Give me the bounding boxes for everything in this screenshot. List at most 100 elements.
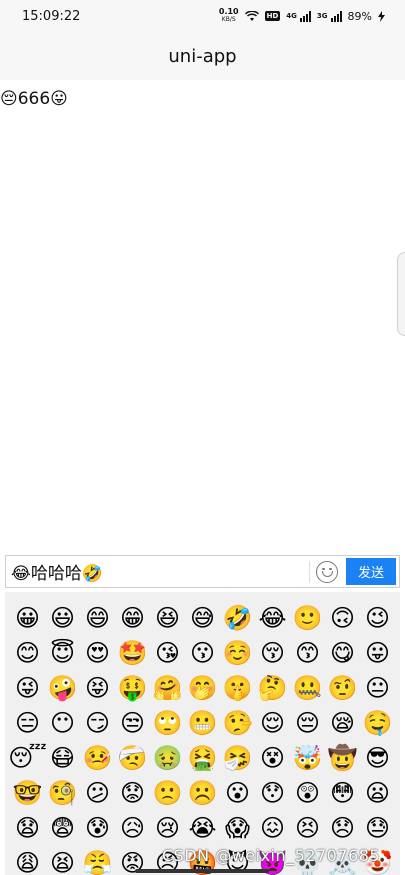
emoji-item[interactable]: 😩 <box>10 845 45 875</box>
message-input[interactable]: 😂哈哈哈🤣 <box>6 559 309 584</box>
emoji-item[interactable]: 😥 <box>115 810 150 845</box>
emoji-item[interactable]: 😵 <box>255 740 290 775</box>
emoji-item[interactable]: 😚 <box>255 635 290 670</box>
emoji-grid: 😀 😃 😄 😁 😆 😅 🤣 😂 🙂 🙃 😉 😊 😇 😍 🤩 😘 😗 ☺️ 😚 😙 😋 😛 😜 🤪 😝 🤑 🤗 🤭 🤫 🤔 🤐 🤨 😐 😑 😶 😏 😒 🙄 😬… <box>8 600 395 875</box>
wifi-icon <box>244 10 259 21</box>
chat-content[interactable]: 😔666😛 <box>0 80 405 555</box>
emoji-item[interactable]: 😧 <box>10 810 45 845</box>
emoji-item[interactable]: 🤒 <box>80 740 115 775</box>
emoji-item[interactable]: 😴 <box>8 740 47 775</box>
emoji-item[interactable]: 🤐 <box>290 670 325 705</box>
composer-bar: 😂哈哈哈🤣 发送 <box>5 555 400 588</box>
emoji-item[interactable]: 🤮 <box>185 740 220 775</box>
page-title: uni-app <box>168 45 237 67</box>
signal-label-2: 3G <box>316 12 328 20</box>
emoji-item[interactable]: 🤤 <box>360 705 395 740</box>
emoji-item[interactable]: ☹️ <box>185 775 220 810</box>
signal-label-1: 4G <box>286 12 297 20</box>
input-divider <box>309 560 310 583</box>
emoji-item[interactable]: 😆 <box>150 600 185 635</box>
emoji-toggle-icon[interactable] <box>316 560 338 583</box>
signal-icon-1 <box>299 10 311 22</box>
emoji-item[interactable]: 😎 <box>360 740 395 775</box>
emoji-item[interactable]: 😞 <box>325 810 360 845</box>
emoji-item[interactable]: 😫 <box>45 845 80 875</box>
hd-badge: HD <box>264 11 281 21</box>
emoji-item[interactable]: 😬 <box>185 705 220 740</box>
emoji-item[interactable]: 🙁 <box>150 775 185 810</box>
emoji-item[interactable]: 😢 <box>150 810 185 845</box>
emoji-item[interactable]: 😀 <box>10 600 45 635</box>
emoji-item[interactable]: 😔 <box>290 705 325 740</box>
emoji-item[interactable]: 😳 <box>325 775 360 810</box>
emoji-item[interactable]: 😇 <box>45 635 80 670</box>
emoji-item[interactable]: 😰 <box>80 810 115 845</box>
emoji-item[interactable]: 😅 <box>185 600 220 635</box>
emoji-item[interactable]: 🤢 <box>150 740 185 775</box>
side-drawer-handle[interactable] <box>397 252 405 336</box>
emoji-item[interactable]: 😁 <box>115 600 150 635</box>
emoji-item[interactable]: 🙄 <box>150 705 185 740</box>
emoji-item[interactable]: ☺️ <box>220 635 255 670</box>
emoji-item[interactable]: 🤣 <box>220 600 255 635</box>
emoji-item[interactable]: 🤯 <box>290 740 325 775</box>
emoji-item[interactable]: 😣 <box>290 810 325 845</box>
emoji-item[interactable]: 😱 <box>220 810 255 845</box>
emoji-item[interactable]: 😘 <box>150 635 185 670</box>
emoji-item[interactable]: 😨 <box>45 810 80 845</box>
emoji-item[interactable]: 😶 <box>45 705 80 740</box>
home-indicator[interactable] <box>135 869 269 873</box>
emoji-item[interactable]: 😝 <box>80 670 115 705</box>
emoji-item[interactable]: 🤠 <box>325 740 360 775</box>
emoji-item[interactable]: 😟 <box>115 775 150 810</box>
emoji-item[interactable]: 😊 <box>10 635 45 670</box>
signal-icon-2 <box>330 10 342 22</box>
emoji-item[interactable]: 😮 <box>220 775 255 810</box>
send-button[interactable]: 发送 <box>346 558 396 585</box>
chat-message: 😔666😛 <box>0 89 68 109</box>
emoji-item[interactable]: 😉 <box>360 600 395 635</box>
emoji-item[interactable]: 😗 <box>185 635 220 670</box>
emoji-item[interactable]: 😓 <box>360 810 395 845</box>
watermark: CSDN @weixin_52707685 <box>162 846 381 865</box>
emoji-item[interactable]: 😍 <box>80 635 115 670</box>
emoji-item[interactable]: 🤗 <box>150 670 185 705</box>
emoji-item[interactable]: 😲 <box>290 775 325 810</box>
emoji-item[interactable]: 🤨 <box>325 670 360 705</box>
emoji-item[interactable]: 🤥 <box>220 705 255 740</box>
emoji-item[interactable]: 🤕 <box>115 740 150 775</box>
emoji-item[interactable]: 😭 <box>185 810 220 845</box>
emoji-item[interactable]: 😑 <box>10 705 45 740</box>
emoji-item[interactable]: 🤔 <box>255 670 290 705</box>
status-time: 15:09:22 <box>22 8 81 24</box>
emoji-item[interactable]: 🤩 <box>115 635 150 670</box>
emoji-item[interactable]: 😐 <box>360 670 395 705</box>
emoji-item[interactable]: 😙 <box>290 635 325 670</box>
emoji-item[interactable]: 😷 <box>45 740 80 775</box>
emoji-item[interactable]: 😕 <box>80 775 115 810</box>
emoji-item[interactable]: 🙂 <box>290 600 325 635</box>
emoji-item[interactable]: 😄 <box>80 600 115 635</box>
emoji-item[interactable]: 🤭 <box>185 670 220 705</box>
emoji-item[interactable]: 😌 <box>255 705 290 740</box>
emoji-item[interactable]: 🙃 <box>325 600 360 635</box>
emoji-item[interactable]: 😪 <box>325 705 360 740</box>
emoji-item[interactable]: 😜 <box>10 670 45 705</box>
emoji-item[interactable]: 😤 <box>80 845 115 875</box>
emoji-item[interactable]: 🤓 <box>10 775 45 810</box>
emoji-item[interactable]: 😋 <box>325 635 360 670</box>
emoji-item[interactable]: 🧐 <box>45 775 80 810</box>
emoji-item[interactable]: 😒 <box>115 705 150 740</box>
emoji-item[interactable]: 🤑 <box>115 670 150 705</box>
emoji-item[interactable]: 🤫 <box>220 670 255 705</box>
emoji-item[interactable]: 😛 <box>360 635 395 670</box>
emoji-item[interactable]: 🤧 <box>220 740 255 775</box>
network-speed: 0.10 KB/S <box>218 7 239 24</box>
emoji-item[interactable]: 😏 <box>80 705 115 740</box>
emoji-item[interactable]: 😂 <box>255 600 290 635</box>
emoji-item[interactable]: 😖 <box>255 810 290 845</box>
emoji-item[interactable]: 🤪 <box>45 670 80 705</box>
emoji-item[interactable]: 😃 <box>45 600 80 635</box>
emoji-item[interactable]: 😦 <box>360 775 395 810</box>
emoji-item[interactable]: 😯 <box>255 775 290 810</box>
